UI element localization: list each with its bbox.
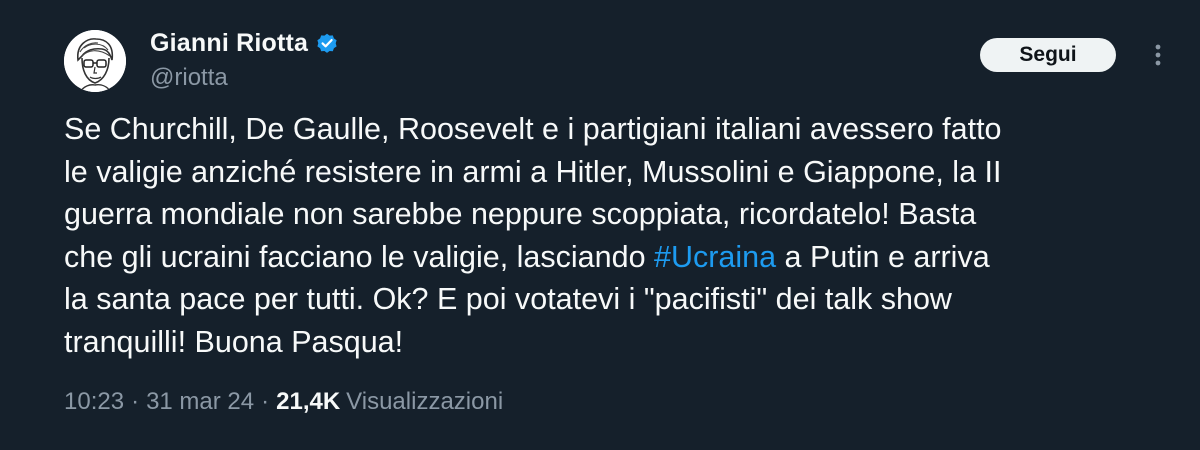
tweet-text-segment: che gli ucraini facciano le valigie, las… (64, 239, 654, 274)
tweet-text-segment: a Putin e arriva (776, 239, 990, 274)
tweet-text-line: la santa pace per tutti. Ok? E poi votat… (64, 282, 952, 316)
tweet-card: Gianni Riotta @riotta Segui Se Churchill… (0, 0, 1200, 450)
meta-separator: · (261, 388, 270, 415)
follow-button[interactable]: Segui (980, 38, 1116, 72)
vertical-ellipsis-icon[interactable] (1148, 40, 1168, 70)
user-handle[interactable]: @riotta (150, 64, 339, 92)
name-row: Gianni Riotta (150, 26, 339, 60)
tweet-text-line: Se Churchill, De Gaulle, Roosevelt e i p… (64, 112, 1002, 146)
views-count: 21,4K (276, 388, 341, 415)
views-label: Visualizzazioni (346, 388, 504, 415)
verified-badge-icon[interactable] (315, 31, 339, 55)
meta-separator: · (131, 388, 140, 415)
tweet-meta: 10:23 · 31 mar 24 · 21,4K Visualizzazion… (64, 388, 503, 416)
tweet-text-line: le valigie anziché resistere in armi a H… (64, 154, 1002, 189)
tweet-text-line: tranquilli! Buona Pasqua! (64, 324, 404, 359)
hashtag-link[interactable]: #Ucraina (654, 240, 776, 274)
tweet-time[interactable]: 10:23 (64, 388, 124, 416)
tweet-text-line-with-hashtag: che gli ucraini facciano le valigie, las… (64, 236, 1124, 279)
caricature-portrait-icon (64, 30, 126, 92)
display-name[interactable]: Gianni Riotta (150, 29, 308, 58)
tweet-text: Se Churchill, De Gaulle, Roosevelt e i p… (64, 108, 1124, 363)
tweet-text-line: guerra mondiale non sarebbe neppure scop… (64, 197, 977, 231)
author-block: Gianni Riotta @riotta (150, 26, 339, 92)
tweet-date[interactable]: 31 mar 24 (146, 388, 254, 416)
avatar[interactable] (64, 30, 126, 92)
